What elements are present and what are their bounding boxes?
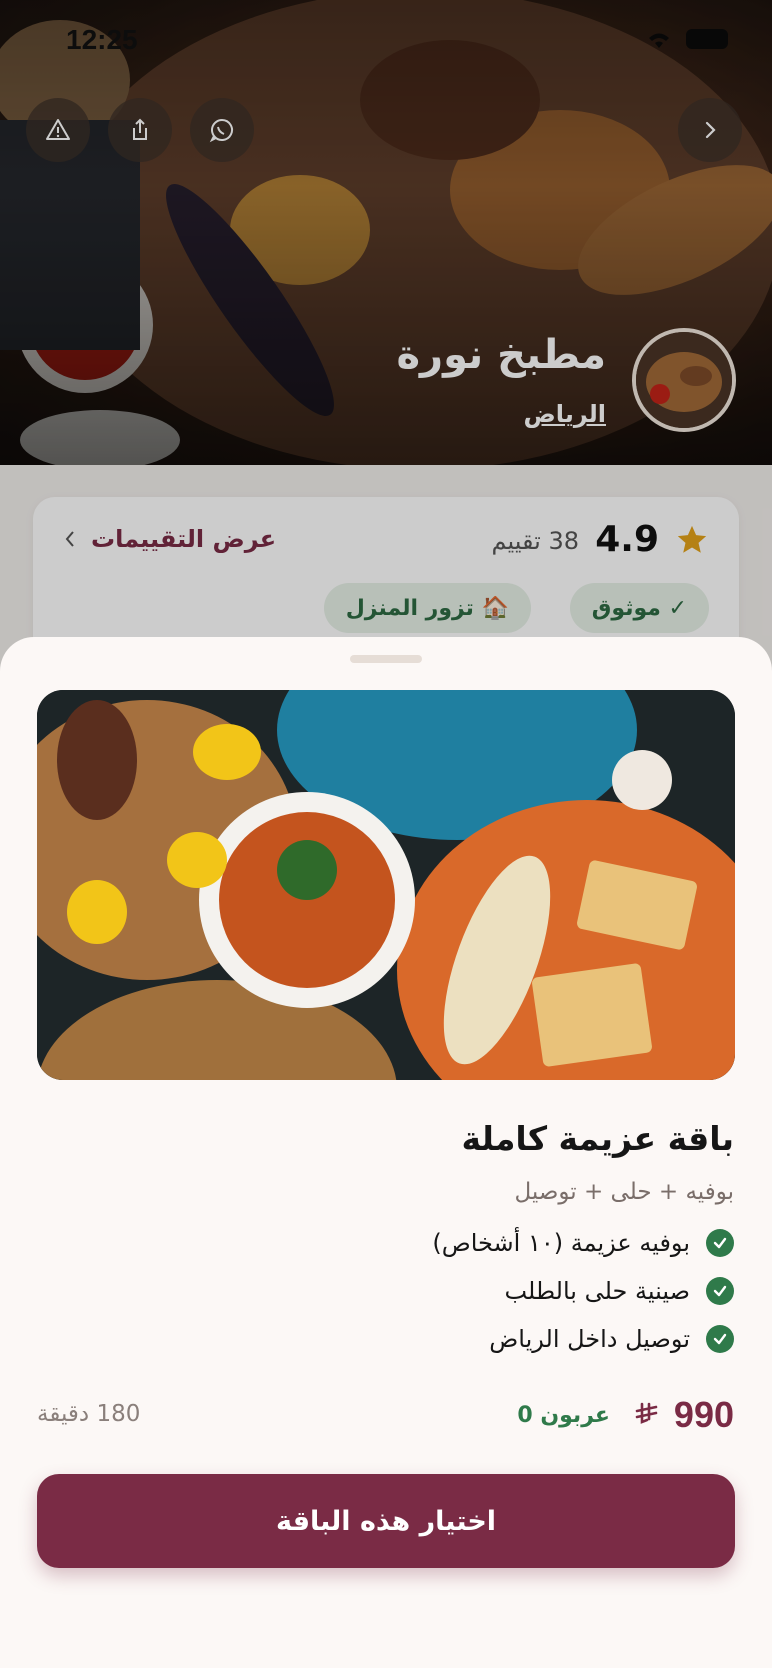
riyal-icon: [635, 1402, 658, 1424]
feature-label: بوفيه عزيمة (١٠ أشخاص): [432, 1229, 690, 1257]
feature-item: بوفيه عزيمة (١٠ أشخاص): [432, 1229, 734, 1257]
price-row: 990 عربون 0: [517, 1394, 734, 1436]
duration-text: 180 دقيقة: [37, 1401, 141, 1427]
package-sheet: باقة عزيمة كاملة بوفيه + حلى + توصيل بوف…: [0, 637, 772, 1668]
check-icon: [706, 1325, 734, 1353]
check-icon: [706, 1277, 734, 1305]
package-title: باقة عزيمة كاملة: [461, 1119, 734, 1158]
package-subtitle: بوفيه + حلى + توصيل: [514, 1179, 734, 1205]
feature-item: توصيل داخل الرياض: [489, 1325, 734, 1353]
check-icon: [706, 1229, 734, 1257]
package-image: [37, 690, 735, 1080]
select-package-button[interactable]: اختيار هذه الباقة: [37, 1474, 735, 1568]
feature-label: صينية حلى بالطلب: [504, 1277, 690, 1305]
food-spread-illustration: [37, 690, 735, 1080]
feature-item: صينية حلى بالطلب: [504, 1277, 734, 1305]
deposit-text: عربون 0: [517, 1402, 610, 1428]
feature-label: توصيل داخل الرياض: [489, 1325, 690, 1353]
package-price: 990: [673, 1394, 734, 1435]
sheet-grabber[interactable]: [350, 655, 422, 663]
